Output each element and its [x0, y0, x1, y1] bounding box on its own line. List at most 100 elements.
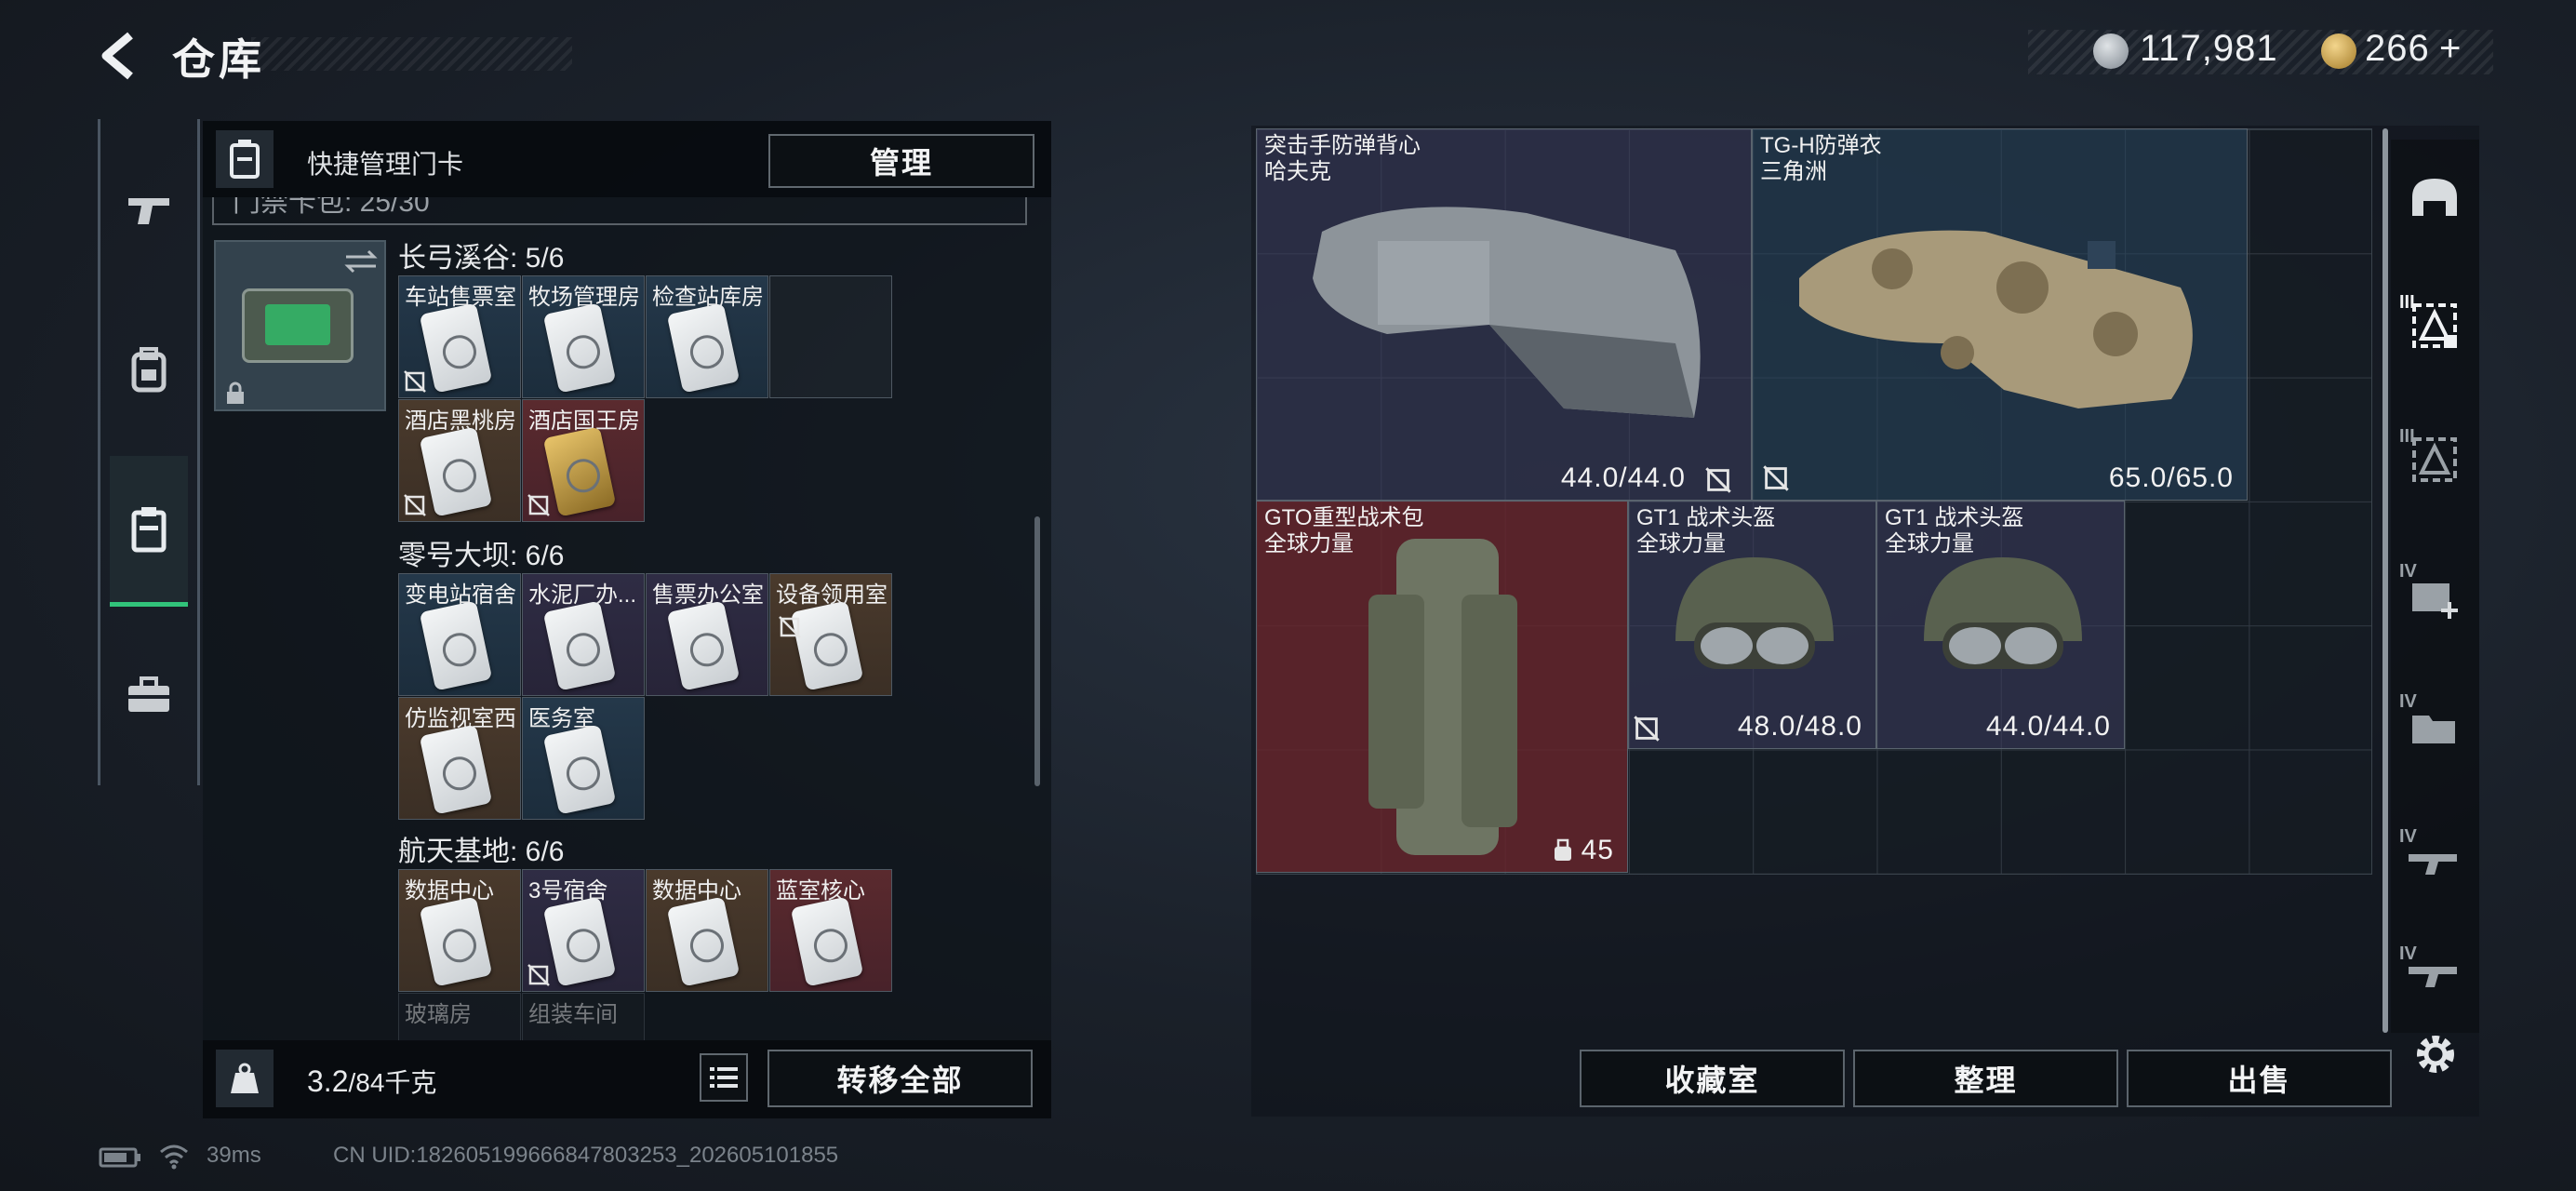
empty-keycard-slot[interactable] [769, 275, 892, 398]
item-name: GT1 战术头盔 [1885, 505, 2024, 530]
stash-item-helmet[interactable]: GT1 战术头盔 全球力量 48.0/48.0 [1628, 501, 1876, 749]
helmet-image [1675, 557, 1834, 669]
keycard-image [790, 896, 864, 987]
gold-amount: 266 [2365, 28, 2430, 69]
keycard-slot[interactable]: 3号宿舍 [522, 869, 645, 992]
nav-keycards[interactable] [110, 456, 188, 607]
keycard-slot[interactable]: 检查站库房 [646, 275, 768, 398]
vest-image [1313, 207, 1701, 418]
stash-tab-helmet[interactable] [2396, 156, 2474, 238]
settings-gear-icon[interactable] [2409, 1028, 2462, 1080]
weight-icon [216, 1050, 274, 1107]
keycard-slot[interactable]: 组装车间 [522, 993, 645, 1041]
stash-tab-weapon-2[interactable]: IV [2396, 940, 2474, 1005]
keycard-image [666, 896, 741, 987]
no-trade-icon [404, 370, 426, 393]
sort-button[interactable]: 整理 [1853, 1050, 2118, 1107]
wifi-icon [160, 1144, 188, 1170]
keycard-image [542, 896, 617, 987]
list-view-button[interactable] [700, 1053, 748, 1102]
stash-tab-folder[interactable]: IV [2396, 684, 2474, 766]
item-brand: 全球力量 [1264, 531, 1354, 556]
tab-tier-label: IV [2399, 561, 2417, 582]
keycard-slot[interactable]: 数据中心 [646, 869, 768, 992]
keycard-image [542, 600, 617, 691]
stash-item-helmet[interactable]: GT1 战术头盔 全球力量 44.0/44.0 [1876, 501, 2125, 749]
keycard-list-scrollbar[interactable] [1034, 516, 1040, 786]
keycard-slot[interactable]: 酒店国王房 [522, 399, 645, 522]
toolbox-icon [128, 676, 169, 712]
item-name: TG-H防弹衣 [1760, 133, 1882, 158]
nav-backpack[interactable] [110, 330, 188, 408]
silver-coin-icon [2093, 33, 2129, 69]
keycard-case-slot[interactable] [214, 240, 386, 411]
back-arrow-icon[interactable] [93, 28, 149, 84]
keycard-image [542, 302, 617, 394]
keycard-image [419, 302, 493, 394]
weight-current: 3.2 [307, 1064, 349, 1098]
armor-tab-icon [2412, 437, 2457, 482]
swap-icon[interactable] [342, 248, 380, 275]
item-durability: 48.0/48.0 [1737, 711, 1862, 742]
keycard-slot[interactable]: 设备领用室 [769, 573, 892, 696]
tab-tier-label: IV [2399, 691, 2417, 712]
silver-amount: 117,981 [2140, 28, 2278, 69]
stash-tab-weapon[interactable]: IV [2396, 819, 2474, 901]
section-label-long-bow-valley: 长弓溪谷: 5/6 [398, 243, 565, 274]
keycard-image [419, 600, 493, 691]
keycard-slot[interactable]: 玻璃房 [398, 993, 521, 1041]
keycard-case-icon [131, 506, 167, 552]
keycard-slot[interactable]: 售票办公室 [646, 573, 768, 696]
keycard-slot[interactable]: 牧场管理房 [522, 275, 645, 398]
item-capacity: 45 [1581, 835, 1614, 865]
tactical-backpack-image [1368, 539, 1517, 855]
manage-button[interactable]: 管理 [768, 134, 1034, 188]
tab-tier-label: III [2399, 426, 2415, 447]
tab-tier-label: IV [2399, 943, 2417, 964]
armor-tab-icon [2412, 303, 2457, 348]
add-gold-button[interactable]: + [2439, 28, 2462, 70]
stash-item-backpack[interactable]: GTO重型战术包 全球力量 45 [1256, 501, 1628, 873]
transfer-all-button[interactable]: 转移全部 [767, 1050, 1033, 1107]
list-icon [710, 1067, 738, 1088]
lock-icon [227, 381, 244, 404]
no-trade-icon [404, 494, 426, 516]
stash-item-vest[interactable]: 突击手防弹背心 哈夫克 44.0/44.0 [1256, 128, 1752, 501]
helmet-image [1924, 557, 2082, 669]
nav-toolbox[interactable] [110, 656, 188, 734]
sell-button[interactable]: 出售 [2127, 1050, 2392, 1107]
no-trade-icon [1634, 716, 1660, 742]
keycard-image [542, 724, 617, 815]
title-hatch-decoration [251, 37, 572, 71]
stash-item-body-armor[interactable]: TG-H防弹衣 三角洲 65.0/65.0 [1752, 128, 2248, 501]
keycard-slot[interactable]: 仿监视室西 [398, 697, 521, 820]
keycard-slot[interactable]: 车站售票室 [398, 275, 521, 398]
no-trade-icon [779, 616, 801, 638]
collection-room-button[interactable]: 收藏室 [1580, 1050, 1845, 1107]
pistol-icon [128, 198, 169, 224]
stash-tab-add[interactable]: IV [2396, 554, 2474, 636]
keycard-slot[interactable]: 酒店黑桃房 [398, 399, 521, 522]
item-durability: 44.0/44.0 [1560, 462, 1686, 493]
item-brand: 三角洲 [1760, 159, 1827, 184]
item-durability: 65.0/65.0 [2108, 462, 2234, 493]
kg-weight-icon [231, 1063, 259, 1093]
nav-weapons[interactable] [110, 172, 188, 250]
capacity-icon [1555, 838, 1571, 861]
quick-manage-label: 快捷管理门卡 [307, 150, 464, 179]
keycard-slot[interactable]: 数据中心 [398, 869, 521, 992]
keycard-image [666, 600, 741, 691]
stash-scrollbar[interactable] [2382, 128, 2388, 1033]
player-uid: CN UID:1826051996668478032​53_2026051018… [333, 1143, 839, 1168]
stash-tab-armor-3[interactable]: III [2396, 285, 2474, 367]
stash-tab-armor-3b[interactable]: III [2396, 419, 2474, 501]
keycard-case-image [242, 288, 354, 363]
keycard-image [542, 426, 617, 517]
keycard-slot[interactable]: 医务室 [522, 697, 645, 820]
gold-coin-icon [2321, 33, 2356, 69]
keycard-slot[interactable]: 水泥厂办... [522, 573, 645, 696]
keycard-slot[interactable]: 变电站宿舍 [398, 573, 521, 696]
keycard-slot[interactable]: 蓝室核心 [769, 869, 892, 992]
no-trade-icon [527, 964, 550, 986]
keycard-image [419, 426, 493, 517]
